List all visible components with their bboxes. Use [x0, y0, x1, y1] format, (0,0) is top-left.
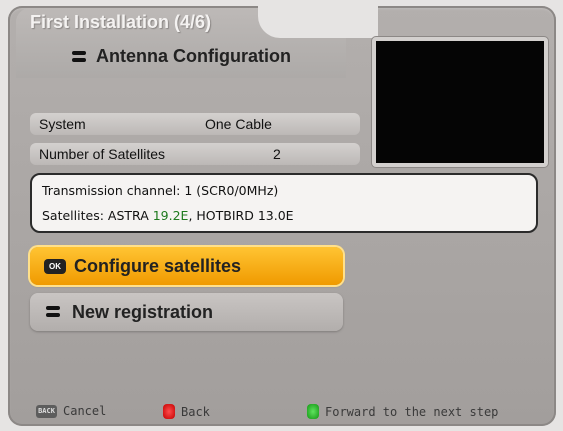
video-preview: [372, 37, 548, 167]
satellite-count-row[interactable]: Number of Satellites 2: [30, 143, 360, 165]
configure-satellites-button[interactable]: OK Configure satellites: [30, 247, 343, 285]
satellites-prefix: Satellites: ASTRA: [42, 208, 153, 223]
satellites-suffix: , HOTBIRD 13.0E: [188, 208, 294, 223]
back-key-icon: BACK: [36, 404, 57, 418]
up-down-arrow-icon: [70, 50, 88, 64]
satellites-text: Satellites: ASTRA 19.2E, HOTBIRD 13.0E: [42, 208, 294, 223]
forward-hint[interactable]: Forward to the next step: [307, 404, 498, 419]
system-value: One Cable: [205, 116, 272, 132]
green-key-icon: [307, 404, 319, 419]
new-registration-label: New registration: [72, 301, 214, 322]
transmission-channel-text: Transmission channel: 1 (SCR0/0MHz): [42, 183, 279, 198]
ok-key-icon: OK: [44, 258, 66, 274]
forward-label: Forward to the next step: [325, 404, 499, 419]
back-label: Back: [181, 404, 210, 419]
system-setting-row[interactable]: System One Cable: [30, 113, 360, 135]
transmission-info-box: Transmission channel: 1 (SCR0/0MHz) Sate…: [30, 173, 538, 233]
cancel-label: Cancel: [63, 404, 107, 418]
satellite-highlight: 19.2E: [152, 208, 189, 223]
section-subtitle: Antenna Configuration: [70, 46, 291, 67]
new-registration-button[interactable]: New registration: [30, 293, 343, 331]
configure-satellites-label: Configure satellites: [74, 255, 242, 276]
page-title: First Installation (4/6): [30, 12, 212, 32]
tab-notch: [258, 6, 378, 38]
satellite-count-label: Number of Satellites: [39, 146, 166, 162]
satellite-count-value: 2: [273, 146, 281, 162]
subtitle-label: Antenna Configuration: [96, 46, 291, 66]
back-hint[interactable]: Back: [163, 404, 210, 419]
system-label: System: [39, 116, 86, 132]
red-key-icon: [163, 404, 175, 419]
up-down-arrow-icon: [44, 305, 62, 319]
cancel-hint[interactable]: BACK Cancel: [36, 404, 106, 418]
footer-hints: BACK Cancel Back Forward to the next ste…: [0, 400, 563, 424]
